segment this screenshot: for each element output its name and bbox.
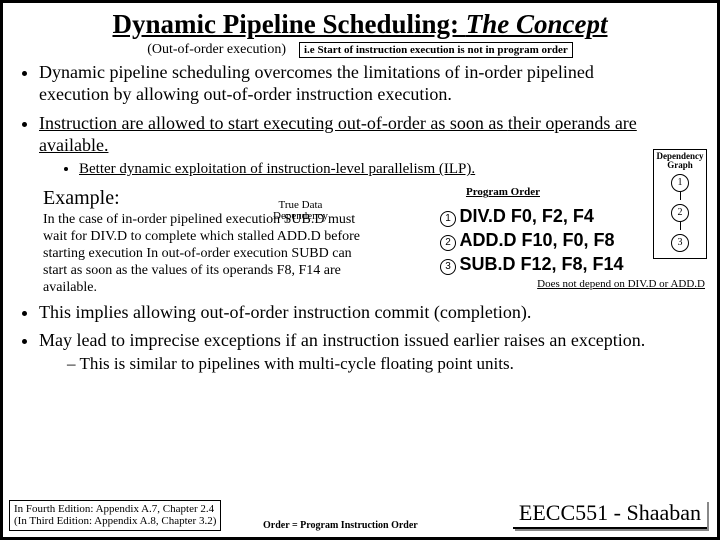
instr-mnem-1: DIV.D F0, F2, F4	[460, 206, 594, 226]
subtitle-row: (Out-of-order execution) i.e Start of in…	[15, 42, 705, 58]
bullet-4: May lead to imprecise exceptions if an i…	[39, 330, 705, 374]
footer-order-note: Order = Program Instruction Order	[263, 520, 418, 531]
footer-edition-a: In Fourth Edition: Appendix A.7, Chapter…	[14, 503, 214, 515]
true-data-dep-label: True Data Dependency	[273, 200, 328, 222]
instr-num-3: 3	[440, 259, 456, 275]
instr-num-2: 2	[440, 235, 456, 251]
slide: Dynamic Pipeline Scheduling: The Concept…	[0, 0, 720, 540]
program-order-label: Program Order	[466, 186, 540, 199]
bullet-2-sublist: Better dynamic exploitation of instructi…	[79, 160, 651, 178]
bullet-2: Instruction are allowed to start executi…	[39, 113, 705, 178]
instruction-box: 1 DIV.D F0, F2, F4 2 ADD.D F10, F0, F8 3…	[440, 206, 705, 291]
instr-row-2: 2 ADD.D F10, F0, F8	[440, 230, 705, 252]
bullet-2-sub: Better dynamic exploitation of instructi…	[79, 160, 651, 178]
subtitle-ooo: (Out-of-order execution)	[147, 42, 286, 58]
bullet-3: This implies allowing out-of-order instr…	[39, 302, 705, 324]
instr-mnem-3: SUB.D F12, F8, F14	[460, 254, 624, 274]
bullet-4-text: May lead to imprecise exceptions if an i…	[39, 330, 645, 350]
slide-title: Dynamic Pipeline Scheduling: The Concept	[15, 9, 705, 40]
bullet-4-sub: This is similar to pipelines with multi-…	[67, 354, 705, 374]
instr-row-1: 1 DIV.D F0, F2, F4	[440, 206, 705, 228]
instr-row-3: 3 SUB.D F12, F8, F14	[440, 254, 705, 276]
bottom-bullets: This implies allowing out-of-order instr…	[39, 302, 705, 374]
title-text-b: The Concept	[466, 9, 608, 39]
title-text-a: Dynamic Pipeline Scheduling:	[112, 9, 465, 39]
top-bullets: Dynamic pipeline scheduling overcomes th…	[39, 62, 705, 178]
footer-edition-box: In Fourth Edition: Appendix A.7, Chapter…	[9, 500, 221, 531]
subtitle-note: i.e Start of instruction execution is no…	[299, 42, 573, 58]
bullet-1: Dynamic pipeline scheduling overcomes th…	[39, 62, 705, 105]
instr-num-1: 1	[440, 211, 456, 227]
footer-edition-b: (In Third Edition: Appendix A.8, Chapter…	[14, 515, 216, 527]
true-data-b: Dependency	[273, 210, 328, 222]
footer-course-tag: EECC551 - Shaaban	[513, 500, 707, 529]
example-paragraph: In the case of in-order pipelined execut…	[43, 212, 373, 296]
instr-note: Does not depend on DIV.D or ADD.D	[440, 278, 705, 291]
example-label: Example:	[43, 186, 120, 210]
instr-mnem-2: ADD.D F10, F0, F8	[460, 230, 615, 250]
example-area: Example: Program Order True Data Depende…	[43, 186, 705, 296]
bullet-4-sublist: This is similar to pipelines with multi-…	[67, 354, 705, 374]
bullet-2a: Instruction are allowed to start executi…	[39, 113, 508, 133]
dep-graph-label: Dependency Graph	[655, 152, 705, 170]
